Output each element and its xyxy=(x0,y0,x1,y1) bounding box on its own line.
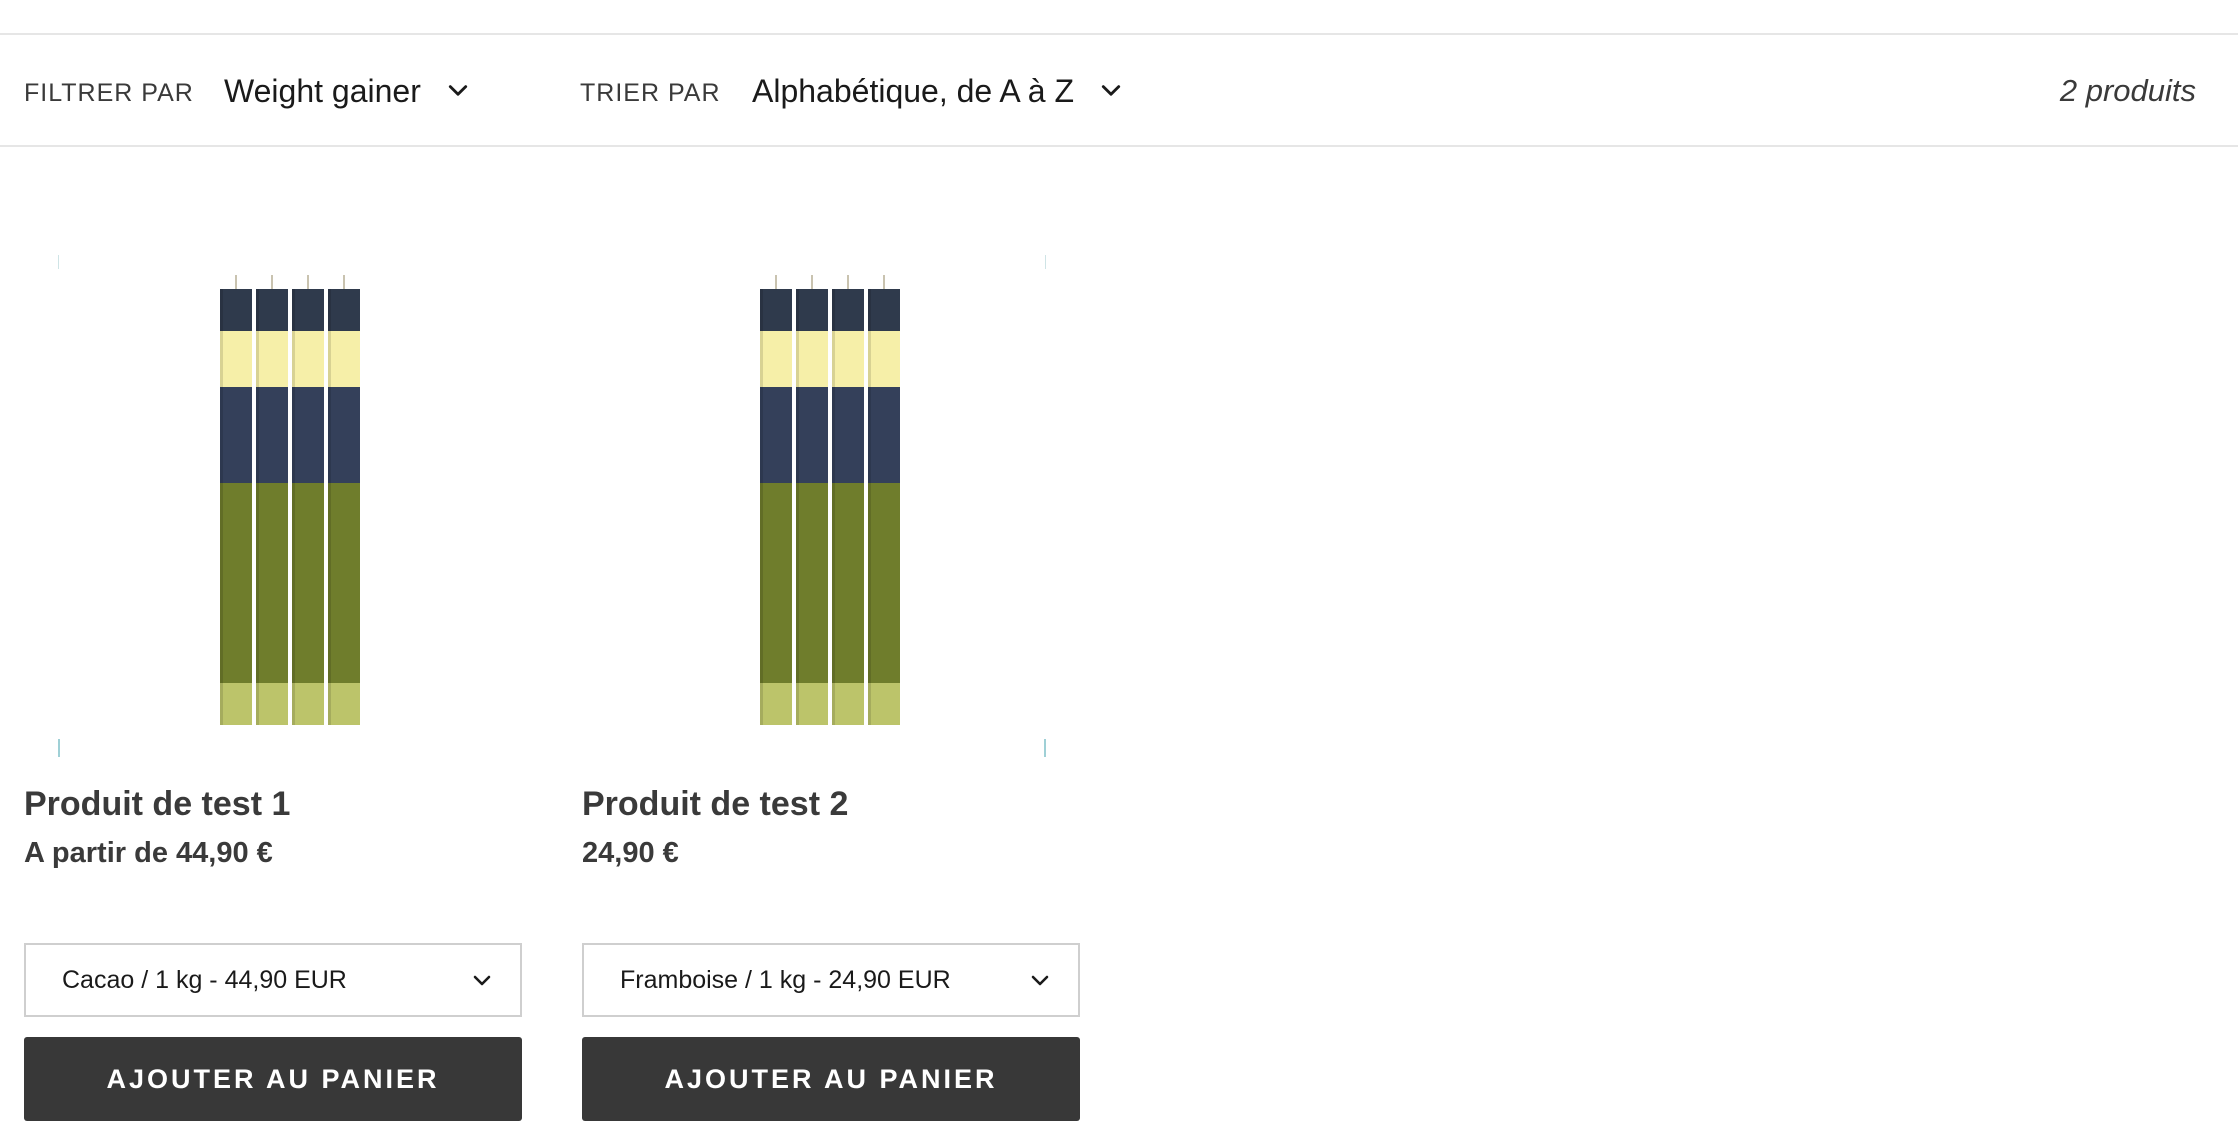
add-to-cart-button[interactable]: AJOUTER AU PANIER xyxy=(24,1037,522,1121)
product-price: A partir de 44,90 € xyxy=(24,837,273,869)
product-title[interactable]: Produit de test 2 xyxy=(582,785,848,824)
chevron-down-icon xyxy=(1030,971,1050,991)
chevron-down-icon xyxy=(472,971,492,991)
chevron-down-icon xyxy=(1100,80,1122,102)
candle-set-image xyxy=(758,275,904,737)
filter-select-value: Weight gainer xyxy=(224,72,421,109)
variant-select[interactable]: Cacao / 1 kg - 44,90 EUR xyxy=(24,943,522,1017)
sort-label: TRIER PAR xyxy=(580,79,721,107)
product-price: 24,90 € xyxy=(582,837,679,869)
sort-select[interactable]: Alphabétique, de A à Z xyxy=(752,69,1122,113)
add-to-cart-button[interactable]: AJOUTER AU PANIER xyxy=(582,1037,1080,1121)
image-border xyxy=(1044,739,1046,757)
product-image[interactable] xyxy=(58,255,522,757)
product-count: 2 produits xyxy=(2059,73,2196,108)
candle-set-image xyxy=(218,275,364,737)
product-title[interactable]: Produit de test 1 xyxy=(24,785,290,824)
sort-select-value: Alphabétique, de A à Z xyxy=(752,72,1075,109)
image-border xyxy=(58,255,59,269)
variant-select-value: Cacao / 1 kg - 44,90 EUR xyxy=(62,965,347,994)
filter-label: FILTRER PAR xyxy=(24,79,194,107)
product-image[interactable] xyxy=(582,255,1046,757)
chevron-down-icon xyxy=(447,80,469,102)
collection-toolbar: FILTRER PAR Weight gainer TRIER PAR Alph… xyxy=(0,35,2238,147)
image-border xyxy=(1045,255,1046,269)
variant-select[interactable]: Framboise / 1 kg - 24,90 EUR xyxy=(582,943,1080,1017)
filter-select[interactable]: Weight gainer xyxy=(224,69,469,113)
image-border xyxy=(58,739,60,757)
variant-select-value: Framboise / 1 kg - 24,90 EUR xyxy=(620,965,951,994)
